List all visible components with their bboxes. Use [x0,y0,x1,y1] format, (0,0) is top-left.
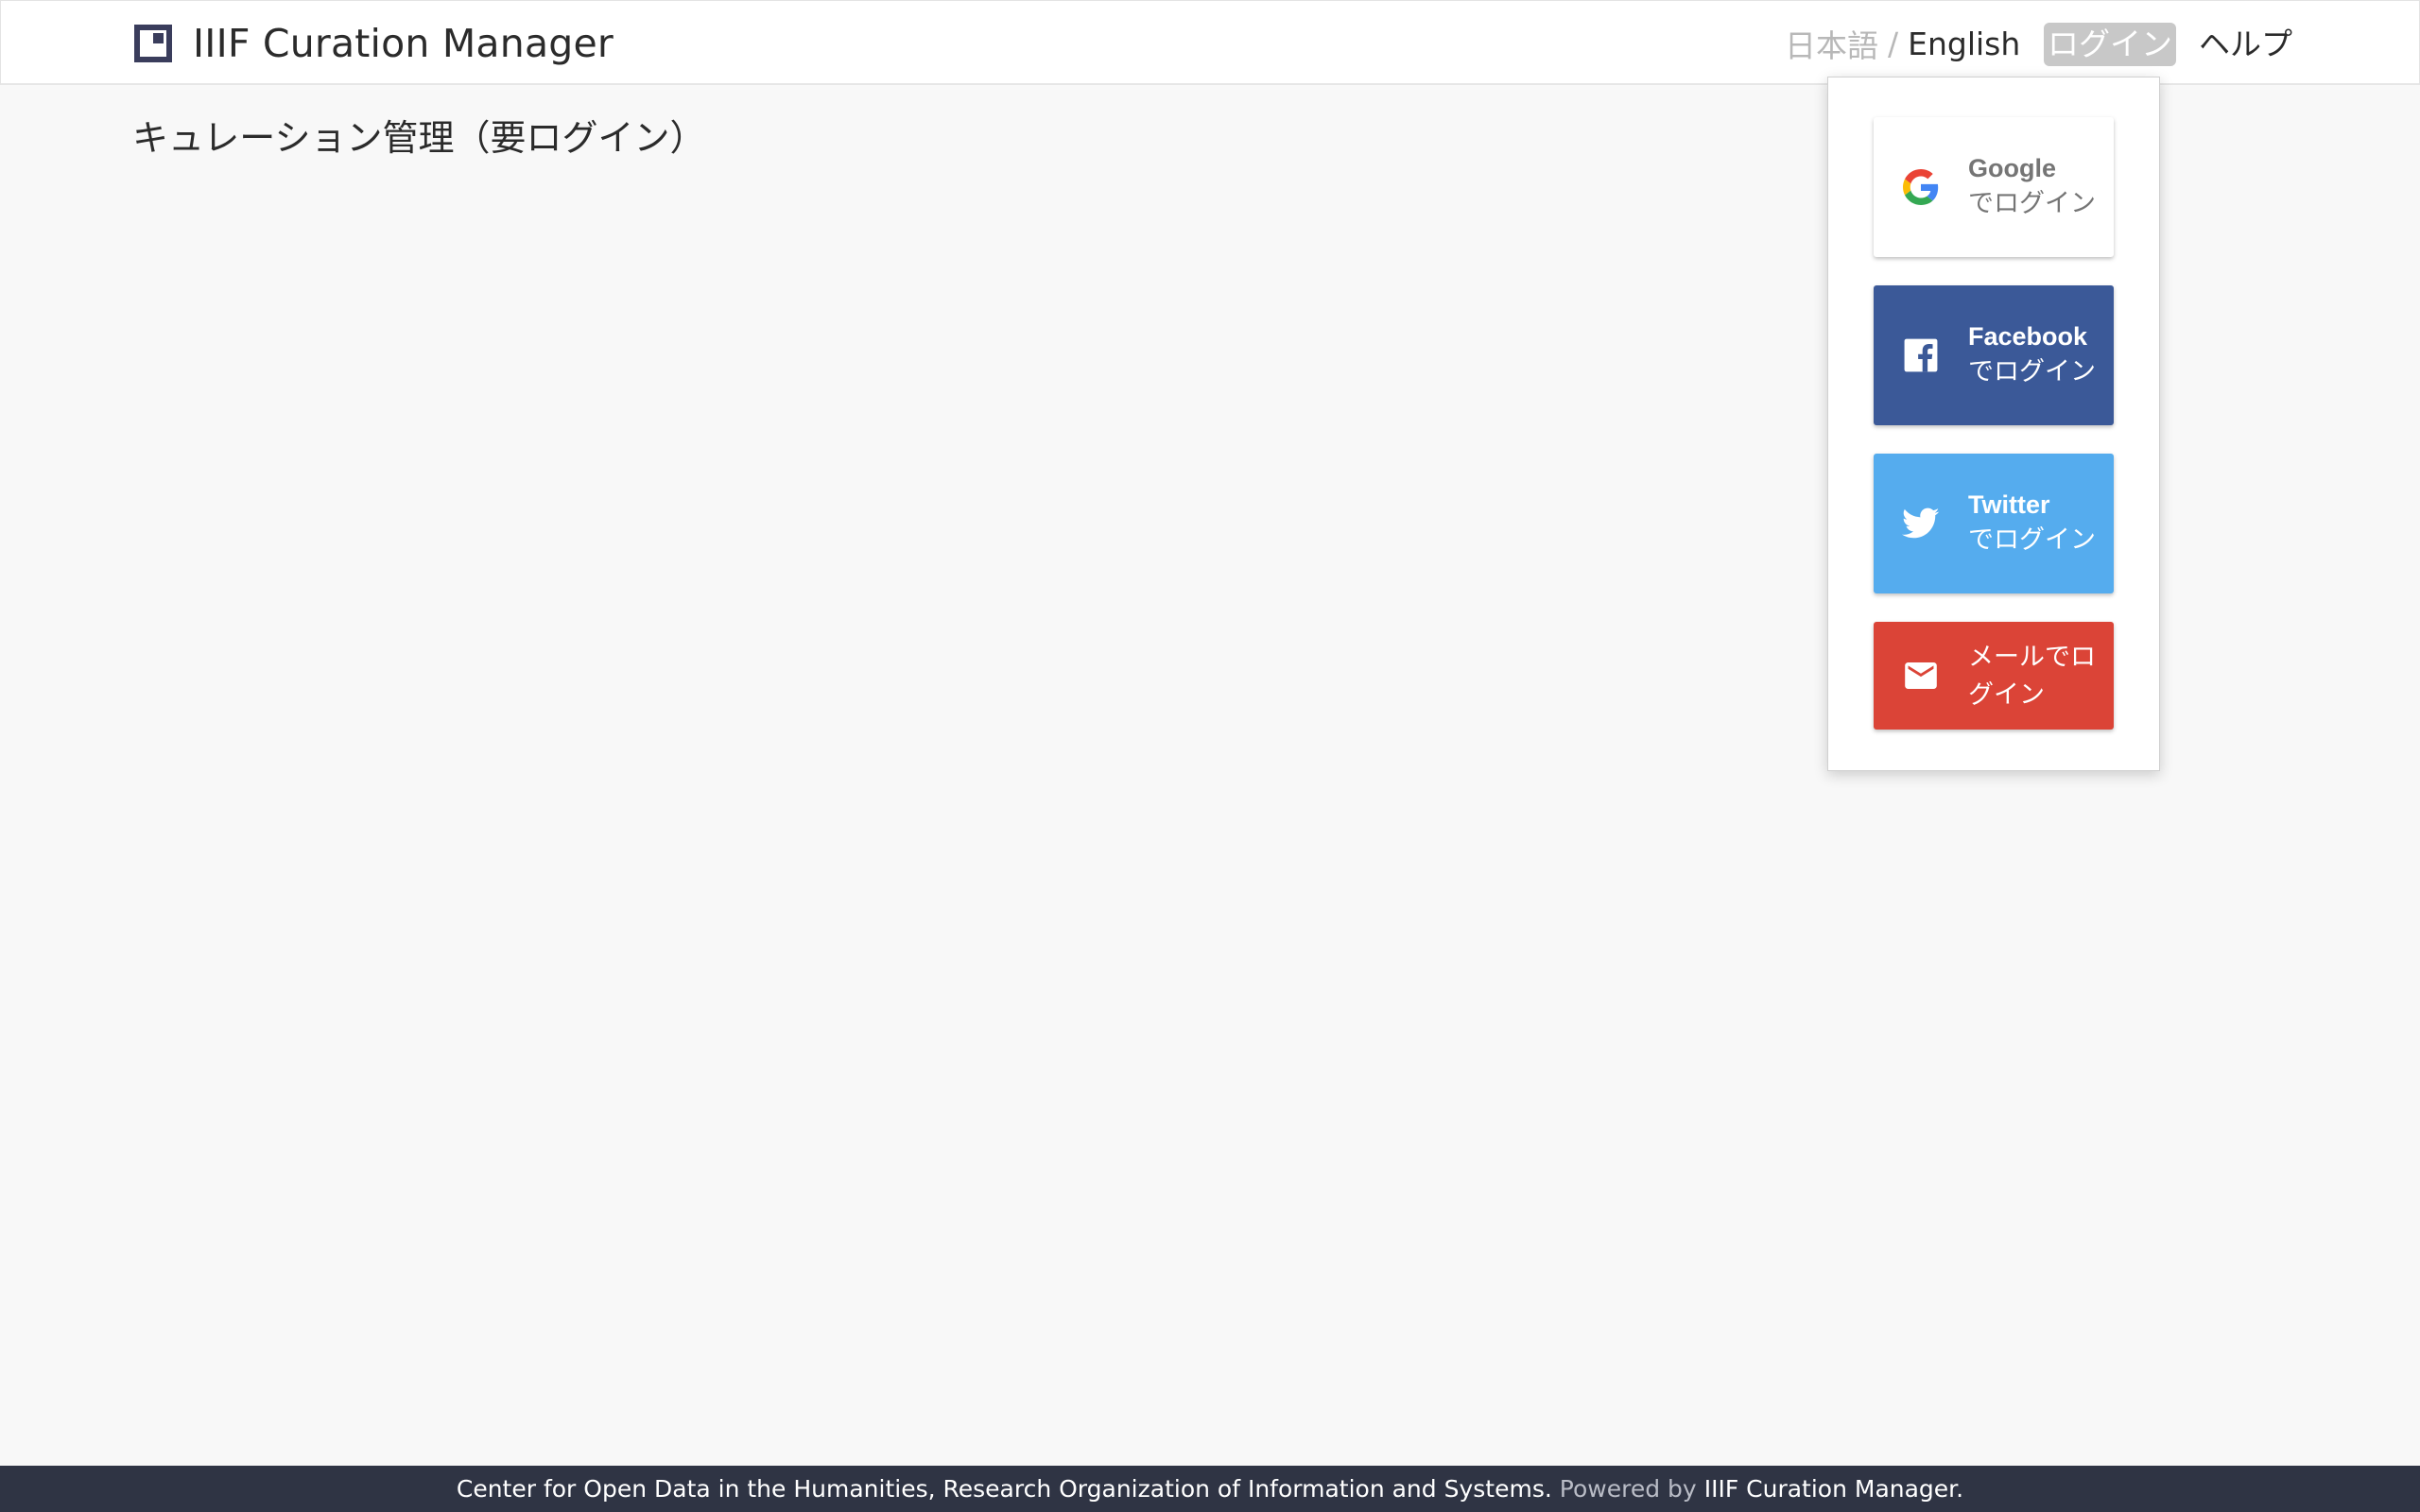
google-provider-label: Google [1968,154,2056,182]
email-login-button[interactable]: メールでログイン [1874,622,2114,730]
language-separator: / [1888,25,1899,62]
facebook-login-suffix: でログイン [1968,357,2096,386]
twitter-login-text: Twitter でログイン [1968,489,2114,558]
google-login-button[interactable]: Google でログイン [1874,117,2114,257]
language-english-link[interactable]: English [1908,26,2020,62]
email-login-label: メールでログイン [1968,643,2096,709]
google-login-suffix: でログイン [1968,189,2096,217]
facebook-login-text: Facebook でログイン [1968,320,2114,390]
google-icon-wrap [1874,169,1968,205]
brand-link[interactable]: IIIF Curation Manager [134,21,614,66]
twitter-provider-label: Twitter [1968,490,2050,519]
page-title: キュレーション管理（要ログイン） [132,117,706,159]
facebook-icon [1904,338,1938,372]
app-title: IIIF Curation Manager [193,21,614,66]
top-navbar: IIIF Curation Manager 日本語 / English ログイン… [0,0,2420,85]
footer: Center for Open Data in the Humanities, … [0,1466,2420,1512]
footer-powered-name[interactable]: IIIF Curation Manager. [1704,1475,1963,1503]
twitter-icon-wrap [1874,507,1968,540]
footer-powered-by: Powered by [1559,1475,1697,1503]
login-dropdown-toggle[interactable]: ログイン [2044,23,2176,66]
facebook-provider-label: Facebook [1968,322,2088,351]
facebook-login-button[interactable]: Facebook でログイン [1874,285,2114,425]
twitter-login-suffix: でログイン [1968,525,2096,554]
login-dropdown-menu: Google でログイン Facebook でログイン Twitter でログイ… [1827,77,2160,771]
app-logo-inner [153,33,164,43]
language-switcher: 日本語 / English [1785,20,2020,67]
google-icon [1903,169,1939,205]
mail-icon [1905,662,1937,689]
facebook-icon-wrap [1874,337,1968,373]
footer-org: Center for Open Data in the Humanities, … [456,1475,1552,1503]
twitter-login-button[interactable]: Twitter でログイン [1874,454,2114,593]
twitter-icon [1902,507,1940,539]
language-japanese-link[interactable]: 日本語 [1785,21,1878,66]
app-logo-icon [134,25,172,62]
help-link[interactable]: ヘルプ [2199,23,2292,66]
mail-icon-wrap [1874,662,1968,689]
google-login-text: Google でログイン [1968,152,2114,222]
